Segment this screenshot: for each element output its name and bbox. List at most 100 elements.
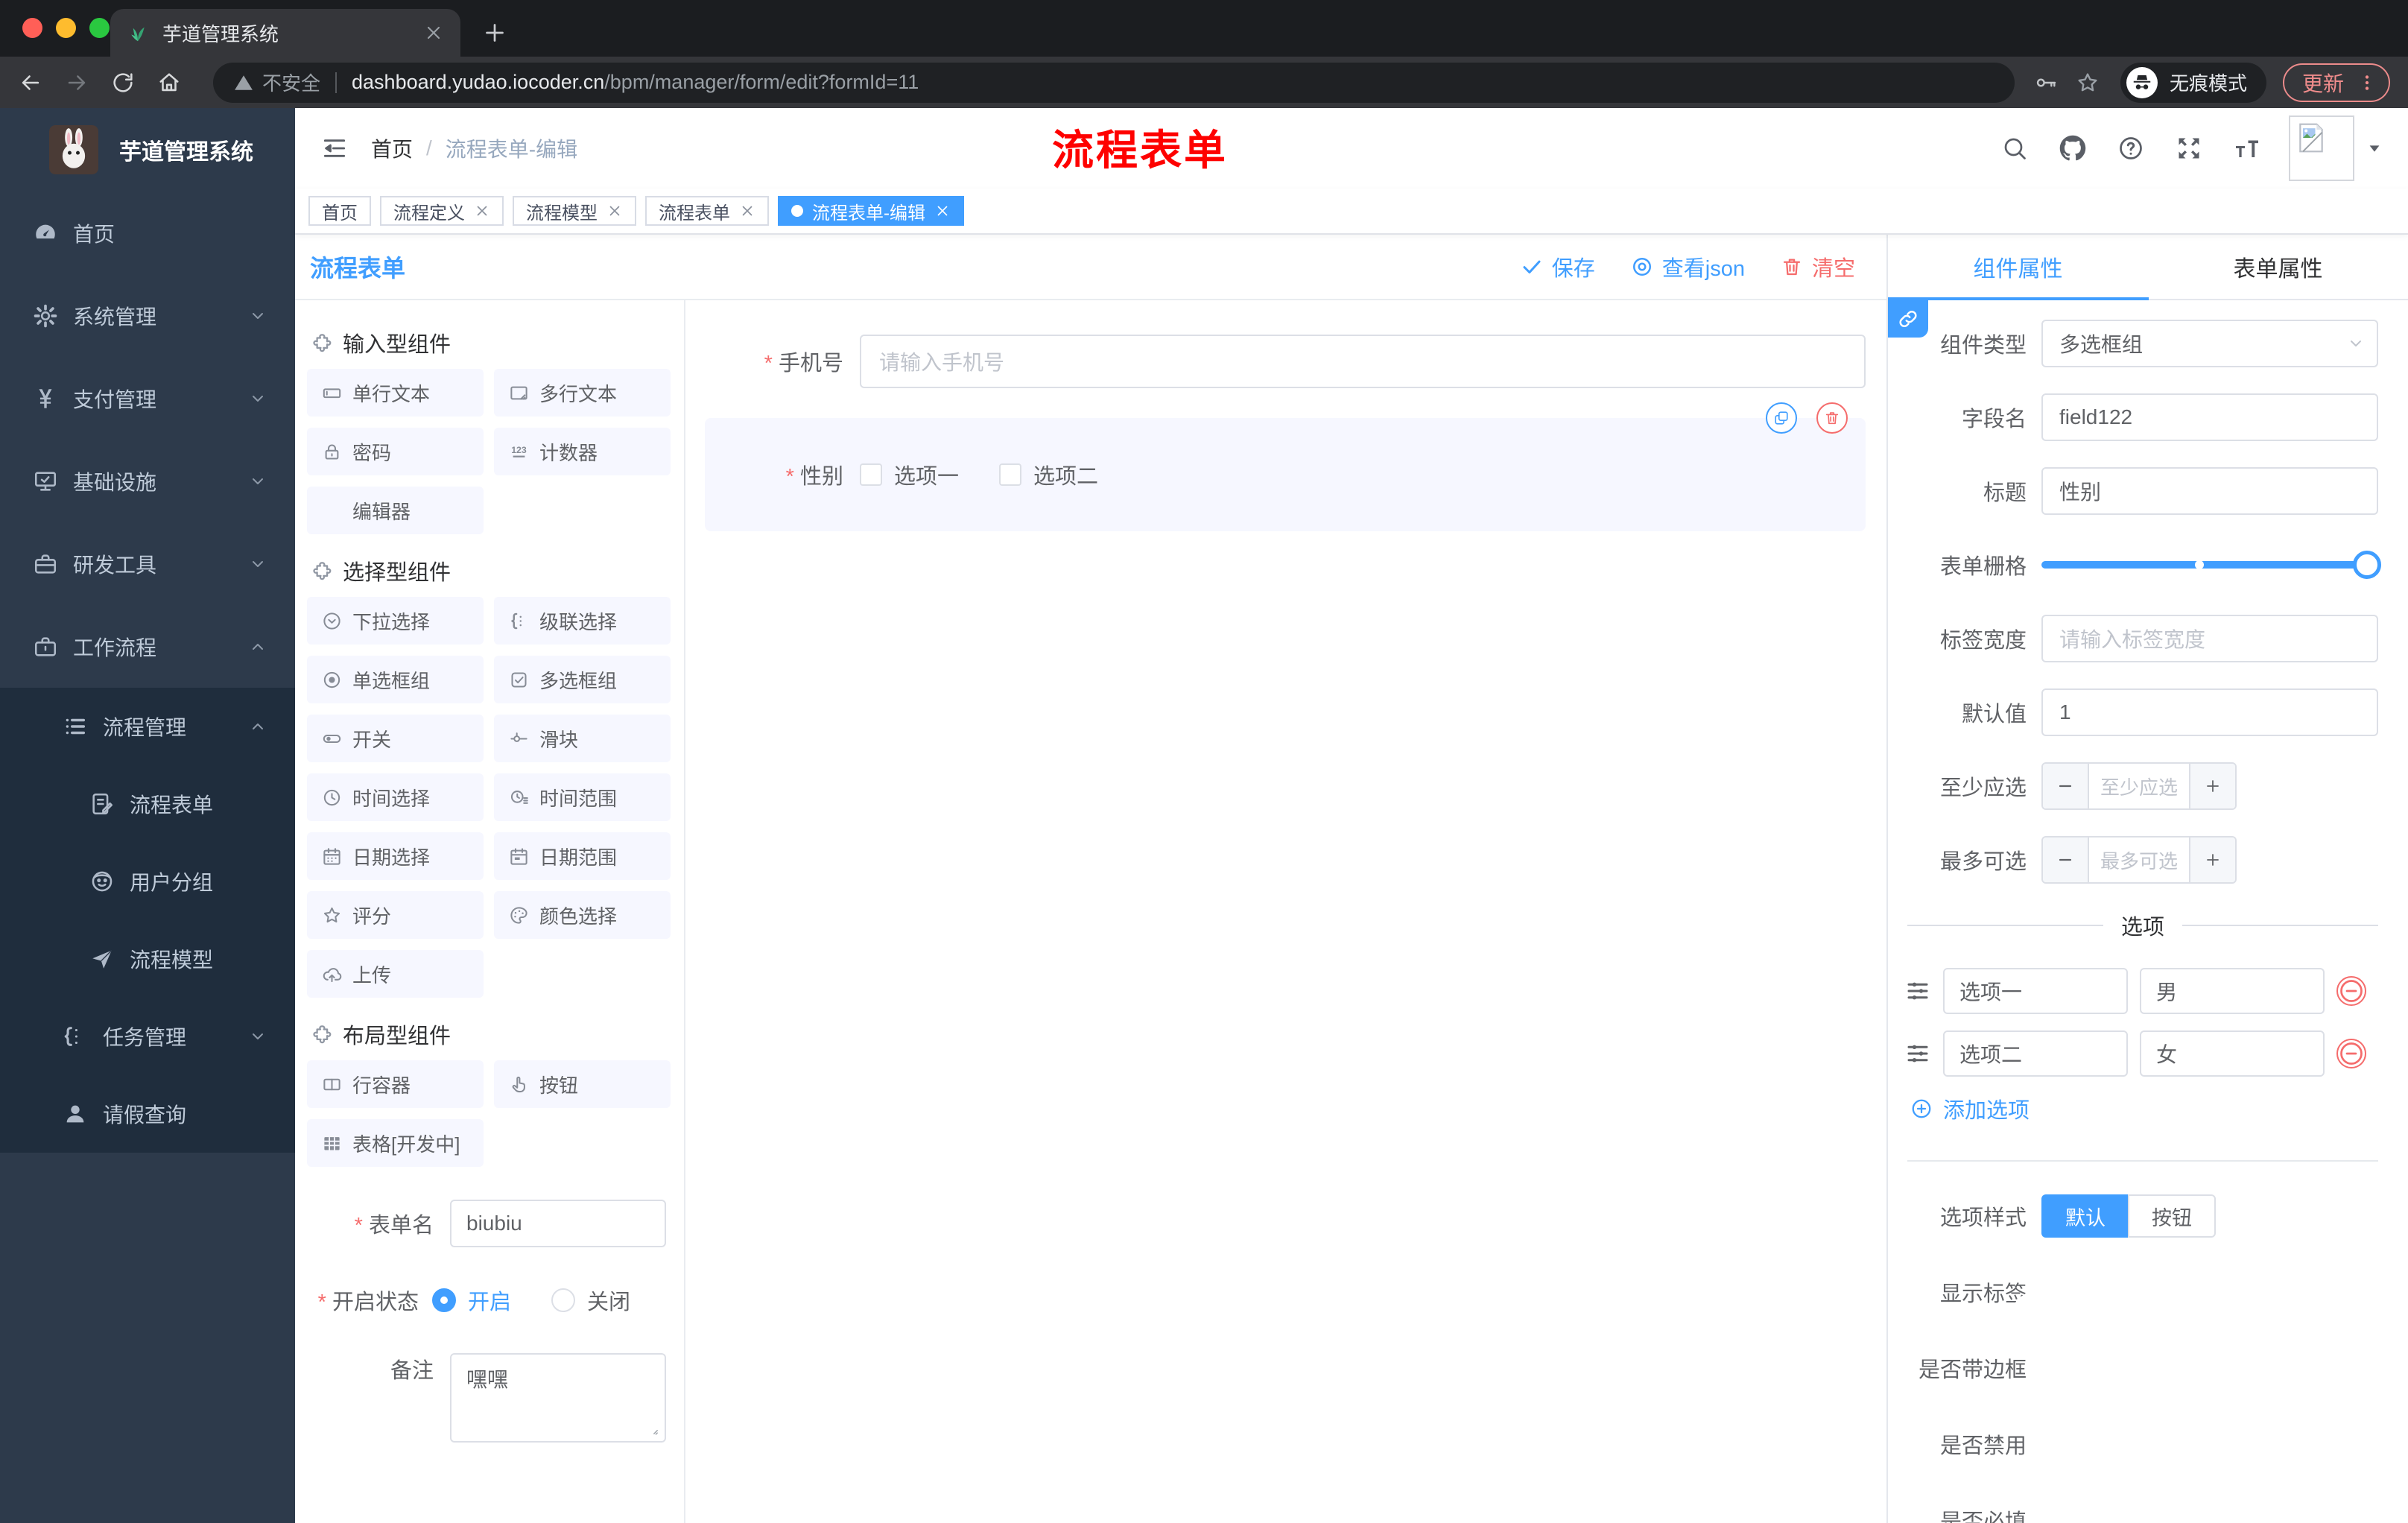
gender-option-选项二[interactable]: 选项二: [999, 459, 1098, 490]
address-bar[interactable]: 不安全 dashboard.yudao.iocoder.cn/bpm/manag…: [213, 62, 2015, 103]
clear-button[interactable]: 清空: [1781, 251, 1855, 282]
palette-item-计数器[interactable]: 123 计数器: [494, 428, 671, 475]
resize-grip-icon[interactable]: [647, 1423, 660, 1437]
inspector-tab-表单属性[interactable]: 表单属性: [2148, 235, 2408, 299]
sidebar-item-请假查询[interactable]: 请假查询: [0, 1075, 295, 1153]
sidebar-item-支付管理[interactable]: 支付管理: [0, 357, 295, 440]
title-input[interactable]: 性别: [2041, 467, 2378, 515]
tag-流程表单-编辑[interactable]: 流程表单-编辑: [778, 196, 964, 226]
remove-option-button[interactable]: [2336, 1039, 2366, 1068]
breadcrumb-home[interactable]: 首页: [371, 133, 413, 163]
palette-item-日期选择[interactable]: 日期选择: [307, 832, 484, 880]
form-name-input[interactable]: biubiu: [450, 1200, 666, 1247]
option-value-input[interactable]: 男: [2140, 968, 2325, 1014]
tag-流程表单[interactable]: 流程表单: [645, 196, 769, 226]
drag-handle-icon[interactable]: [1904, 978, 1931, 1004]
minimize-window-button[interactable]: [56, 18, 76, 38]
avatar-caret-icon[interactable]: [2366, 140, 2383, 156]
palette-item-密码[interactable]: 密码: [307, 428, 484, 475]
max-select-placeholder[interactable]: 最多可选: [2089, 838, 2189, 882]
sidebar-item-工作流程[interactable]: 工作流程: [0, 605, 295, 688]
drag-handle-icon[interactable]: [1904, 1040, 1931, 1067]
option-style-按钮[interactable]: 按钮: [2128, 1194, 2216, 1238]
palette-item-编辑器[interactable]: 编辑器: [307, 487, 484, 534]
browser-update-button[interactable]: 更新: [2282, 63, 2390, 102]
label-width-input[interactable]: 请输入标签宽度: [2041, 615, 2378, 662]
gender-widget-selected[interactable]: 性别 选项一 选项二: [705, 402, 1866, 531]
checkbox[interactable]: [999, 463, 1022, 486]
palette-item-表格[开发中][interactable]: 表格[开发中]: [307, 1119, 484, 1167]
stepper-decrease-button[interactable]: [2043, 764, 2089, 808]
status-radio-关闭[interactable]: 关闭: [551, 1285, 630, 1316]
gender-option-选项一[interactable]: 选项一: [860, 459, 959, 490]
option-value-input[interactable]: 女: [2140, 1030, 2325, 1077]
github-icon[interactable]: [2059, 135, 2086, 162]
palette-item-下拉选择[interactable]: 下拉选择: [307, 597, 484, 645]
browser-tab[interactable]: 芋道管理系统: [110, 9, 460, 57]
sidebar-item-首页[interactable]: 首页: [0, 191, 295, 274]
option-style-默认[interactable]: 默认: [2041, 1194, 2128, 1238]
font-size-icon[interactable]: [2234, 135, 2260, 162]
field-name-input[interactable]: field122: [2041, 393, 2378, 441]
sidebar-item-流程管理[interactable]: 流程管理: [0, 688, 295, 765]
stepper-increase-button[interactable]: [2189, 838, 2235, 882]
palette-item-级联选择[interactable]: 级联选择: [494, 597, 671, 645]
palette-item-上传[interactable]: 上传: [307, 950, 484, 998]
checkbox[interactable]: [860, 463, 882, 486]
sidebar-logo[interactable]: 芋道管理系统: [0, 108, 295, 191]
home-icon[interactable]: [156, 70, 182, 95]
sidebar-item-任务管理[interactable]: 任务管理: [0, 998, 295, 1075]
new-tab-button[interactable]: [481, 19, 508, 46]
palette-item-滑块[interactable]: 滑块: [494, 715, 671, 762]
palette-item-评分[interactable]: 评分: [307, 891, 484, 939]
default-value-input[interactable]: 1: [2041, 688, 2378, 736]
password-key-icon[interactable]: [2034, 71, 2058, 95]
inspector-tab-组件属性[interactable]: 组件属性: [1888, 235, 2148, 299]
phone-field-input[interactable]: 请输入手机号: [860, 335, 1866, 388]
palette-item-颜色选择[interactable]: 颜色选择: [494, 891, 671, 939]
palette-item-时间范围[interactable]: 时间范围: [494, 773, 671, 821]
avatar[interactable]: [2289, 115, 2354, 181]
fullscreen-icon[interactable]: [2176, 135, 2202, 162]
tag-close-icon[interactable]: [739, 203, 755, 219]
tab-close-icon[interactable]: [423, 22, 444, 43]
sidebar-item-基础设施[interactable]: 基础设施: [0, 440, 295, 522]
remark-textarea[interactable]: 嘿嘿: [450, 1353, 666, 1443]
back-icon[interactable]: [18, 70, 43, 95]
sidebar-item-流程表单[interactable]: 流程表单: [0, 765, 295, 843]
reload-icon[interactable]: [110, 70, 136, 95]
option-label-input[interactable]: 选项一: [1943, 968, 2128, 1014]
status-radio-开启[interactable]: 开启: [432, 1285, 511, 1316]
option-label-input[interactable]: 选项二: [1943, 1030, 2128, 1077]
stepper-decrease-button[interactable]: [2043, 838, 2089, 882]
help-icon[interactable]: [2117, 135, 2144, 162]
delete-widget-button[interactable]: [1816, 402, 1848, 434]
palette-item-多行文本[interactable]: 多行文本: [494, 369, 671, 417]
forward-icon[interactable]: [64, 70, 89, 95]
tag-流程定义[interactable]: 流程定义: [380, 196, 504, 226]
palette-item-日期范围[interactable]: 日期范围: [494, 832, 671, 880]
copy-widget-button[interactable]: [1766, 402, 1797, 434]
sidebar-item-研发工具[interactable]: 研发工具: [0, 522, 295, 605]
min-select-placeholder[interactable]: 至少应选: [2089, 764, 2189, 808]
view-json-button[interactable]: 查看json: [1631, 251, 1745, 282]
sidebar-item-流程模型[interactable]: 流程模型: [0, 920, 295, 998]
sidebar-item-系统管理[interactable]: 系统管理: [0, 274, 295, 357]
maximize-window-button[interactable]: [89, 18, 110, 38]
palette-item-开关[interactable]: 开关: [307, 715, 484, 762]
palette-item-行容器[interactable]: 行容器: [307, 1060, 484, 1108]
form-grid-slider[interactable]: [2041, 541, 2381, 589]
palette-item-多选框组[interactable]: 多选框组: [494, 656, 671, 703]
slider-handle[interactable]: [2353, 551, 2381, 579]
stepper-increase-button[interactable]: [2189, 764, 2235, 808]
save-button[interactable]: 保存: [1521, 251, 1595, 282]
search-icon[interactable]: [2001, 135, 2028, 162]
tag-首页[interactable]: 首页: [308, 196, 371, 226]
remove-option-button[interactable]: [2336, 976, 2366, 1006]
palette-item-单选框组[interactable]: 单选框组: [307, 656, 484, 703]
bookmark-star-icon[interactable]: [2076, 71, 2100, 95]
tag-close-icon[interactable]: [934, 203, 951, 219]
palette-item-按钮[interactable]: 按钮: [494, 1060, 671, 1108]
tag-close-icon[interactable]: [606, 203, 623, 219]
palette-item-时间选择[interactable]: 时间选择: [307, 773, 484, 821]
